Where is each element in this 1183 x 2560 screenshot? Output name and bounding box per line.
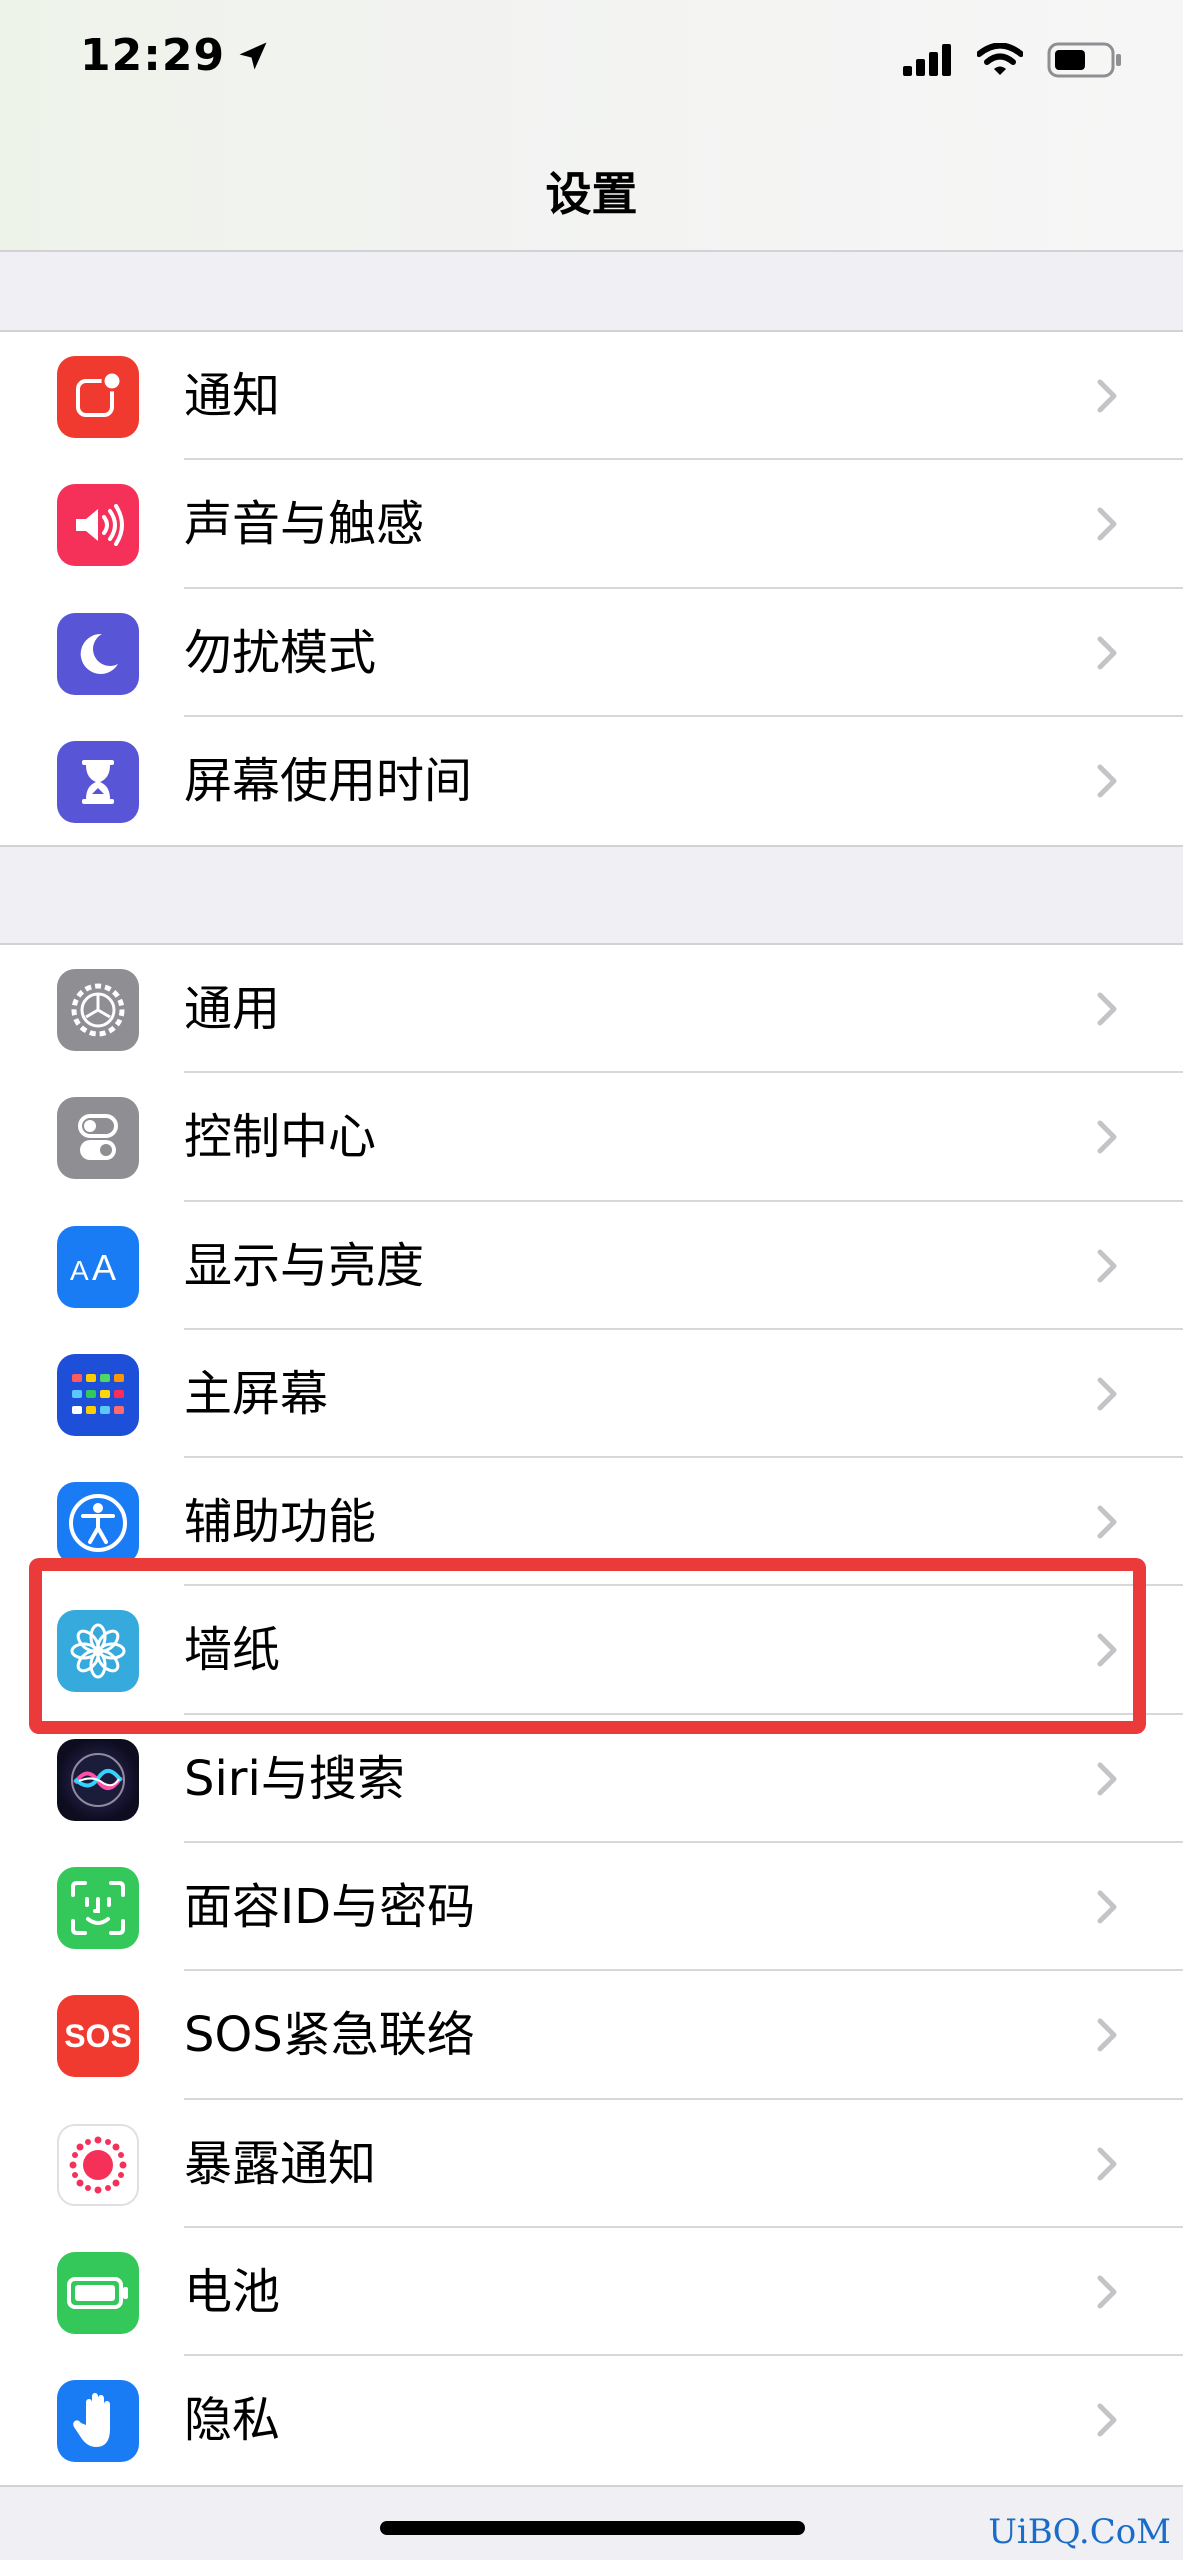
toggles-icon — [57, 1097, 139, 1180]
settings-item-siri-search[interactable]: Siri与搜索 — [0, 1715, 1183, 1844]
settings-item-emergency-sos[interactable]: SOS SOS紧急联络 — [0, 1971, 1183, 2100]
wifi-icon — [977, 43, 1023, 75]
hand-icon — [57, 2380, 139, 2463]
face-id-icon — [57, 1867, 139, 1950]
home-grid-icon — [57, 1353, 139, 1436]
chevron-right-icon — [1097, 379, 1117, 413]
page-title: 设置 — [545, 167, 638, 221]
chevron-right-icon — [1097, 764, 1117, 798]
sos-icon: SOS — [57, 1995, 139, 2078]
settings-item-label: 屏幕使用时间 — [184, 752, 473, 809]
settings-item-label: 隐私 — [184, 2392, 281, 2449]
settings-item-battery[interactable]: 电池 — [0, 2228, 1183, 2357]
chevron-right-icon — [1097, 1249, 1117, 1283]
text-size-icon: AA — [57, 1225, 139, 1308]
settings-item-sounds[interactable]: 声音与触感 — [0, 460, 1183, 589]
settings-item-label: 通知 — [184, 368, 281, 424]
settings-item-notifications[interactable]: 通知 — [0, 332, 1183, 461]
chevron-right-icon — [1097, 507, 1117, 541]
cellular-signal-icon — [903, 44, 951, 76]
svg-text:A: A — [70, 1255, 89, 1286]
settings-item-screen-time[interactable]: 屏幕使用时间 — [0, 717, 1183, 845]
settings-item-privacy[interactable]: 隐私 — [0, 2356, 1183, 2484]
settings-group-1: 通知 声音与触感 勿扰模式 屏幕使用时间 — [0, 330, 1183, 848]
settings-item-label: 显示与亮度 — [184, 1237, 425, 1294]
wallpaper-highlight-box — [29, 1558, 1146, 1734]
settings-item-label: 暴露通知 — [184, 2135, 377, 2192]
siri-icon — [57, 1738, 139, 1821]
sos-icon-text: SOS — [64, 2017, 132, 2054]
svg-text:A: A — [92, 1247, 116, 1288]
chevron-right-icon — [1097, 1377, 1117, 1411]
settings-item-label: 主屏幕 — [184, 1365, 329, 1422]
settings-item-label: 面容ID与密码 — [184, 1879, 476, 1936]
settings-item-label: 勿扰模式 — [184, 624, 377, 681]
chevron-right-icon — [1097, 2403, 1117, 2437]
settings-item-face-id[interactable]: 面容ID与密码 — [0, 1843, 1183, 1972]
chevron-right-icon — [1097, 636, 1117, 670]
status-time: 12:29 — [80, 30, 271, 81]
settings-item-label: 声音与触感 — [184, 496, 425, 553]
chevron-right-icon — [1097, 2275, 1117, 2309]
home-indicator[interactable] — [380, 2521, 805, 2535]
settings-item-label: 控制中心 — [184, 1109, 377, 1166]
top-bar: 12:29 设置 — [0, 0, 1183, 252]
settings-item-do-not-disturb[interactable]: 勿扰模式 — [0, 589, 1183, 717]
accessibility-icon — [57, 1482, 139, 1565]
chevron-right-icon — [1097, 992, 1117, 1026]
watermark-text: UiBQ.CoM — [988, 2512, 1171, 2552]
settings-item-label: 通用 — [184, 981, 281, 1037]
chevron-right-icon — [1097, 1120, 1117, 1154]
battery-icon — [1047, 42, 1121, 78]
settings-item-label: SOS紧急联络 — [184, 2007, 475, 2064]
chevron-right-icon — [1097, 1505, 1117, 1539]
chevron-right-icon — [1097, 2018, 1117, 2052]
gear-icon — [57, 969, 139, 1051]
settings-item-general[interactable]: 通用 — [0, 945, 1183, 1074]
notifications-icon — [57, 356, 139, 438]
battery-green-icon — [57, 2251, 139, 2334]
time-text: 12:29 — [80, 30, 226, 81]
settings-item-home-screen[interactable]: 主屏幕 — [0, 1330, 1183, 1459]
location-arrow-icon — [239, 42, 267, 69]
hourglass-icon — [57, 740, 139, 823]
settings-item-exposure-notifications[interactable]: 暴露通知 — [0, 2100, 1183, 2228]
chevron-right-icon — [1097, 2147, 1117, 2181]
settings-item-display-brightness[interactable]: AA 显示与亮度 — [0, 1202, 1183, 1330]
sound-icon — [57, 484, 139, 567]
chevron-right-icon — [1097, 1762, 1117, 1796]
moon-icon — [57, 612, 139, 695]
settings-item-label: 电池 — [184, 2263, 281, 2320]
chevron-right-icon — [1097, 1890, 1117, 1924]
settings-item-control-center[interactable]: 控制中心 — [0, 1073, 1183, 1202]
exposure-icon — [57, 2123, 139, 2206]
